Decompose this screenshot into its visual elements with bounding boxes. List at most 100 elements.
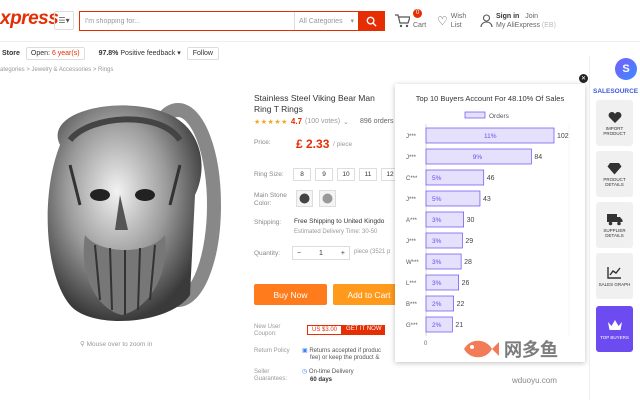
aliexpress-logo[interactable]: xpress: [0, 8, 59, 30]
product-rating[interactable]: ★★★★★ 4.7 (100 votes) ⌄: [254, 117, 349, 126]
guarantee-text-1-value: On-time Delivery: [308, 369, 354, 375]
zoom-hint-text: Mouse over to zoom in: [86, 341, 153, 348]
size-option[interactable]: 10: [337, 168, 355, 181]
join-link[interactable]: Join: [525, 13, 538, 20]
search-category-label: All Categories: [299, 17, 343, 25]
my-account-tag: (EB): [541, 22, 556, 29]
return-policy-label: Return Policy: [254, 348, 290, 354]
zoom-hint: ⚲ Mouse over to zoom in: [80, 340, 152, 348]
category-label: J***: [406, 155, 417, 161]
user-icon: [480, 14, 493, 28]
sidebar-item-supplier-details[interactable]: SUPPLIER DETAILS: [596, 202, 633, 248]
follow-button[interactable]: Follow: [186, 46, 219, 60]
rating-stars: ★★★★★: [254, 118, 288, 126]
size-option[interactable]: 8: [293, 168, 311, 181]
chevron-down-icon: ⌄: [343, 118, 349, 126]
plus-button[interactable]: +: [341, 250, 345, 257]
order-count: 896 orders: [360, 118, 394, 125]
search-button[interactable]: [358, 12, 384, 30]
close-icon[interactable]: ✕: [579, 74, 588, 83]
return-icon: ▣: [302, 348, 308, 354]
product-image[interactable]: [0, 85, 242, 337]
search-category-select[interactable]: All Categories ▾: [294, 12, 358, 30]
category-label: B***: [406, 302, 418, 308]
search-input[interactable]: [80, 12, 294, 30]
chart-icon: [607, 266, 623, 280]
quantity-value[interactable]: 1: [319, 250, 323, 257]
guarantee-label-2: Guarantees:: [254, 376, 288, 382]
x-tick-label: 0: [424, 341, 428, 347]
sidebar-item-product-details[interactable]: PRODUCT DETAILS: [596, 151, 633, 197]
store-name[interactable]: Store: [0, 50, 20, 57]
price-unit: / piece: [333, 141, 353, 148]
sidebar-item-import-product[interactable]: IMPORT PRODUCT: [596, 100, 633, 146]
return-policy-text-1: ▣ Returns accepted if produc: [302, 347, 381, 354]
cart-icon: [395, 13, 410, 27]
bar: [425, 274, 459, 291]
bar-percent-label: 3%: [432, 238, 442, 245]
sidebar-item-label: IMPORT PRODUCT: [603, 126, 626, 136]
watermark-url: wduoyu.com: [512, 376, 557, 385]
bar-value-label: 22: [457, 301, 465, 308]
sidebar-item-label: PRODUCT DETAILS: [603, 177, 626, 187]
sidebar-item-top-buyers[interactable]: TOP BUYERS: [596, 306, 633, 352]
ring-thumb-icon: [299, 193, 310, 204]
category-label: W***: [406, 260, 419, 266]
salesource-brand: SALESOURCE: [593, 88, 639, 95]
price-label: Price:: [254, 139, 271, 146]
list-label: List: [450, 22, 462, 29]
size-option[interactable]: 11: [359, 168, 377, 181]
feedback-label[interactable]: Positive feedback: [120, 50, 175, 57]
bar-value-label: 26: [462, 280, 470, 287]
product-title: Stainless Steel Viking Bear Man Ring T R…: [254, 93, 375, 114]
wish-label: Wish: [450, 13, 467, 20]
bar-percent-label: 9%: [473, 154, 483, 161]
return-policy-text-1-value: Returns accepted if produc: [309, 348, 382, 354]
search-icon: [366, 16, 377, 27]
quantity-label: Quantity:: [254, 250, 281, 257]
truck-icon: [606, 212, 623, 226]
buy-now-button[interactable]: Buy Now: [254, 284, 327, 305]
price-value: £ 2.33: [296, 137, 330, 151]
category-label: L***: [406, 281, 417, 287]
wishlist-link[interactable]: ♡ Wish List: [437, 12, 466, 30]
color-option-thumb[interactable]: [319, 190, 336, 207]
rating-votes: (100 votes): [305, 118, 341, 125]
signin-link[interactable]: Sign in: [496, 13, 519, 20]
clock-icon: ◷: [302, 369, 308, 375]
store-open-label: Open:: [30, 49, 50, 57]
bar-percent-label: 5%: [432, 196, 442, 203]
cart-link[interactable]: 0 Cart: [394, 9, 426, 29]
minus-button[interactable]: −: [297, 250, 301, 257]
shipping-label: Shipping:: [254, 219, 282, 226]
breadcrumb[interactable]: ategories > Jewelry & Accessories > Ring…: [0, 67, 113, 73]
quantity-stepper: − 1 +: [292, 246, 350, 260]
store-open-years: 6 year(s): [51, 49, 80, 57]
store-bar: Store Open: 6 year(s) 97.8% Positive fee…: [0, 43, 640, 63]
menu-icon: ☰▾: [58, 16, 70, 25]
salesource-logo-icon[interactable]: S: [615, 58, 637, 80]
search-bar: All Categories ▾: [79, 11, 385, 31]
sidebar-item-sales-graph[interactable]: SALES GRAPH: [596, 253, 633, 299]
color-option-thumb[interactable]: [296, 190, 313, 207]
bar-percent-label: 3%: [432, 259, 442, 266]
bar-value-label: 30: [467, 217, 475, 224]
top-buyers-popup: Top 10 Buyers Account For 48.10% Of Sale…: [395, 84, 585, 362]
account-link[interactable]: Sign in Join My AliExpress (EB): [480, 12, 556, 30]
crown-icon: [607, 319, 623, 333]
shipping-info[interactable]: Free Shipping to United Kingdo: [294, 218, 384, 225]
watermark: 网多鱼: [460, 334, 558, 364]
delivery-time: Estimated Delivery Time: 30-50: [294, 229, 378, 235]
category-menu-button[interactable]: ☰▾: [54, 11, 74, 30]
get-coupon-button[interactable]: GET IT NOW: [342, 325, 386, 335]
watermark-text: 网多鱼: [504, 340, 558, 360]
ring-image: [47, 103, 221, 322]
bar-percent-label: 2%: [432, 322, 442, 329]
heart-icon: ♡: [437, 14, 448, 28]
size-option[interactable]: 9: [315, 168, 333, 181]
sidebar-item-label: TOP BUYERS: [600, 334, 629, 340]
ring-size-options: 8 9 10 11 12: [293, 168, 399, 181]
guarantee-text-2: 60 days: [310, 377, 333, 383]
bar-value-label: 102: [557, 133, 569, 140]
category-label: J***: [406, 239, 417, 245]
